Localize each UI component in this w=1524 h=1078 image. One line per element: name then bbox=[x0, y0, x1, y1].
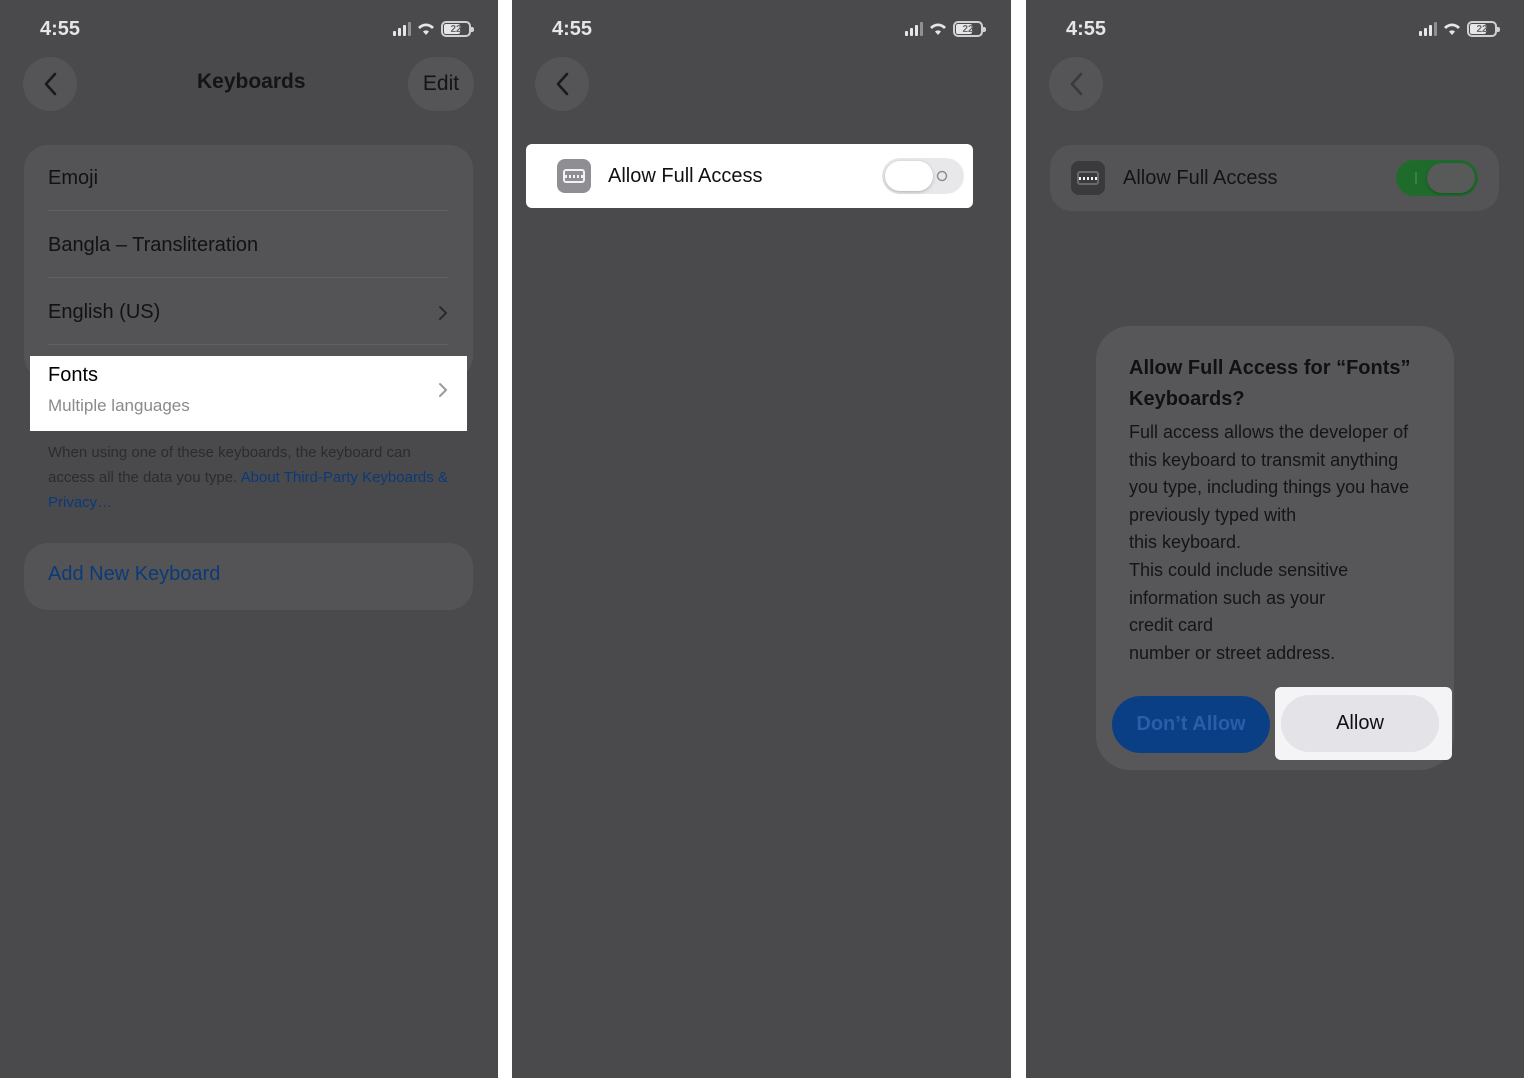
keyboard-item-emoji[interactable]: Emoji bbox=[48, 167, 98, 190]
status-icons: 22 bbox=[905, 19, 986, 39]
chevron-left-icon bbox=[1070, 72, 1083, 96]
keyboards-list: Emoji Bangla – Transliteration English (… bbox=[24, 145, 473, 380]
battery-level: 22 bbox=[1476, 23, 1488, 35]
back-button[interactable] bbox=[1049, 57, 1103, 111]
allow-full-access-label: Allow Full Access bbox=[1123, 167, 1278, 189]
edit-button[interactable]: Edit bbox=[408, 57, 474, 111]
cellular-signal-icon bbox=[393, 22, 411, 36]
battery-icon: 22 bbox=[953, 21, 986, 37]
alert-title: Allow Full Access for “Fonts” Keyboards? bbox=[1129, 357, 1411, 410]
battery-level: 22 bbox=[962, 23, 974, 35]
page-title: Keyboards bbox=[197, 70, 306, 93]
keyboards-screen: 4:55 22 Keyboards Edit Emoji Bangla – Tr… bbox=[0, 0, 498, 1078]
fonts-subtitle: Multiple languages bbox=[48, 396, 190, 415]
dont-allow-button[interactable]: Don’t Allow bbox=[1112, 696, 1270, 753]
keyboard-item-fonts[interactable]: Fonts Multiple languages bbox=[30, 356, 467, 431]
divider bbox=[48, 210, 449, 211]
chevron-right-icon bbox=[439, 306, 448, 320]
allow-full-access-label: Allow Full Access bbox=[608, 165, 763, 187]
chevron-left-icon bbox=[44, 72, 57, 96]
allow-full-access-toggle[interactable] bbox=[882, 158, 964, 194]
back-button[interactable] bbox=[535, 57, 589, 111]
chevron-left-icon bbox=[556, 72, 569, 96]
divider bbox=[48, 344, 449, 345]
status-icons: 22 bbox=[1419, 19, 1500, 39]
toggle-on-icon bbox=[1415, 172, 1417, 184]
battery-icon: 22 bbox=[441, 21, 474, 37]
allow-full-access-row: Allow Full Access bbox=[526, 144, 973, 208]
divider bbox=[48, 277, 449, 278]
fonts-settings-screen: 4:55 22 Allow Full Access bbox=[512, 0, 1011, 1078]
wifi-icon bbox=[418, 23, 434, 35]
add-keyboard-group: Add New Keyboard bbox=[24, 543, 473, 610]
chevron-right-icon bbox=[439, 383, 448, 397]
toggle-knob bbox=[1427, 163, 1475, 193]
toggle-knob bbox=[885, 161, 933, 191]
allow-full-access-row: Allow Full Access bbox=[1050, 145, 1499, 211]
allow-full-access-toggle[interactable] bbox=[1396, 160, 1478, 196]
back-button[interactable] bbox=[23, 57, 77, 111]
keyboard-item-bangla[interactable]: Bangla – Transliteration bbox=[48, 234, 258, 257]
status-time: 4:55 bbox=[40, 18, 81, 40]
battery-icon: 22 bbox=[1467, 21, 1500, 37]
toggle-off-icon bbox=[936, 170, 948, 182]
cellular-signal-icon bbox=[1419, 22, 1437, 36]
allow-highlight: Allow bbox=[1275, 687, 1452, 760]
keyboard-icon bbox=[1071, 161, 1105, 195]
battery-level: 22 bbox=[450, 23, 462, 35]
wifi-icon bbox=[930, 23, 946, 35]
alert-message: Full access allows the developer of this… bbox=[1129, 422, 1410, 663]
status-time: 4:55 bbox=[1066, 18, 1107, 40]
keyboard-item-english[interactable]: English (US) bbox=[48, 301, 160, 324]
status-time: 4:55 bbox=[552, 18, 593, 40]
cellular-signal-icon bbox=[905, 22, 923, 36]
allow-button[interactable]: Allow bbox=[1281, 695, 1439, 752]
status-icons: 22 bbox=[393, 19, 474, 39]
add-new-keyboard-button[interactable]: Add New Keyboard bbox=[48, 563, 220, 586]
full-access-alert-screen: 4:55 22 Allow Full Access Allow Full Acc… bbox=[1026, 0, 1524, 1078]
wifi-icon bbox=[1444, 23, 1460, 35]
privacy-footnote: When using one of these keyboards, the k… bbox=[48, 440, 453, 515]
fonts-title: Fonts bbox=[48, 364, 99, 386]
keyboard-icon bbox=[557, 159, 591, 193]
